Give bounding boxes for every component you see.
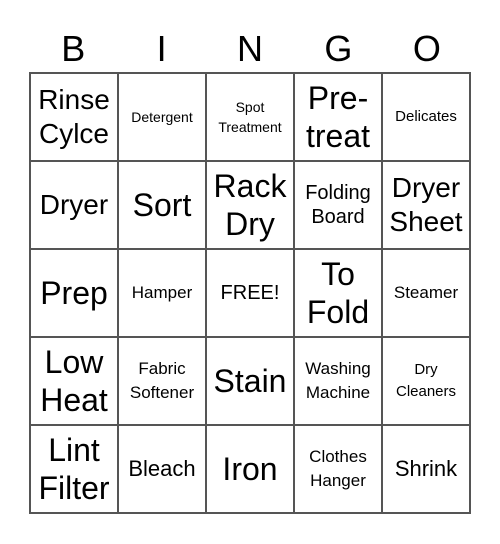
bingo-cell[interactable]: Washing Machine — [295, 338, 383, 426]
bingo-cell[interactable]: Rack Dry — [207, 162, 295, 250]
bingo-cell[interactable]: Delicates — [383, 74, 471, 162]
bingo-cell[interactable]: Pre-treat — [295, 74, 383, 162]
bingo-cell[interactable]: Fabric Softener — [119, 338, 207, 426]
header-letter-o: O — [412, 28, 441, 69]
bingo-grid: Rinse Cylce Detergent Spot Treatment Pre… — [29, 72, 471, 514]
free-space-cell[interactable]: FREE! — [207, 250, 295, 338]
header-letter-b: B — [61, 28, 86, 69]
bingo-cell[interactable]: Folding Board — [295, 162, 383, 250]
bingo-cell[interactable]: Shrink — [383, 426, 471, 514]
bingo-cell[interactable]: Dry Cleaners — [383, 338, 471, 426]
bingo-cell[interactable]: Dryer — [31, 162, 119, 250]
bingo-cell[interactable]: Iron — [207, 426, 295, 514]
bingo-cell[interactable]: Bleach — [119, 426, 207, 514]
bingo-cell[interactable]: Detergent — [119, 74, 207, 162]
bingo-cell[interactable]: Stain — [207, 338, 295, 426]
header-letter-i: I — [156, 28, 167, 69]
bingo-cell[interactable]: Prep — [31, 250, 119, 338]
bingo-cell[interactable]: Steamer — [383, 250, 471, 338]
header-letter-n: N — [237, 28, 264, 69]
bingo-cell[interactable]: Spot Treatment — [207, 74, 295, 162]
bingo-cell[interactable]: Low Heat — [31, 338, 119, 426]
bingo-cell[interactable]: Lint Filter — [31, 426, 119, 514]
bingo-cell[interactable]: Sort — [119, 162, 207, 250]
bingo-cell[interactable]: Hamper — [119, 250, 207, 338]
bingo-header: B I N G O — [29, 26, 471, 72]
bingo-cell[interactable]: Rinse Cylce — [31, 74, 119, 162]
bingo-cell[interactable]: Dryer Sheet — [383, 162, 471, 250]
bingo-cell[interactable]: Clothes Hanger — [295, 426, 383, 514]
header-letter-g: G — [324, 28, 353, 69]
bingo-cell[interactable]: To Fold — [295, 250, 383, 338]
